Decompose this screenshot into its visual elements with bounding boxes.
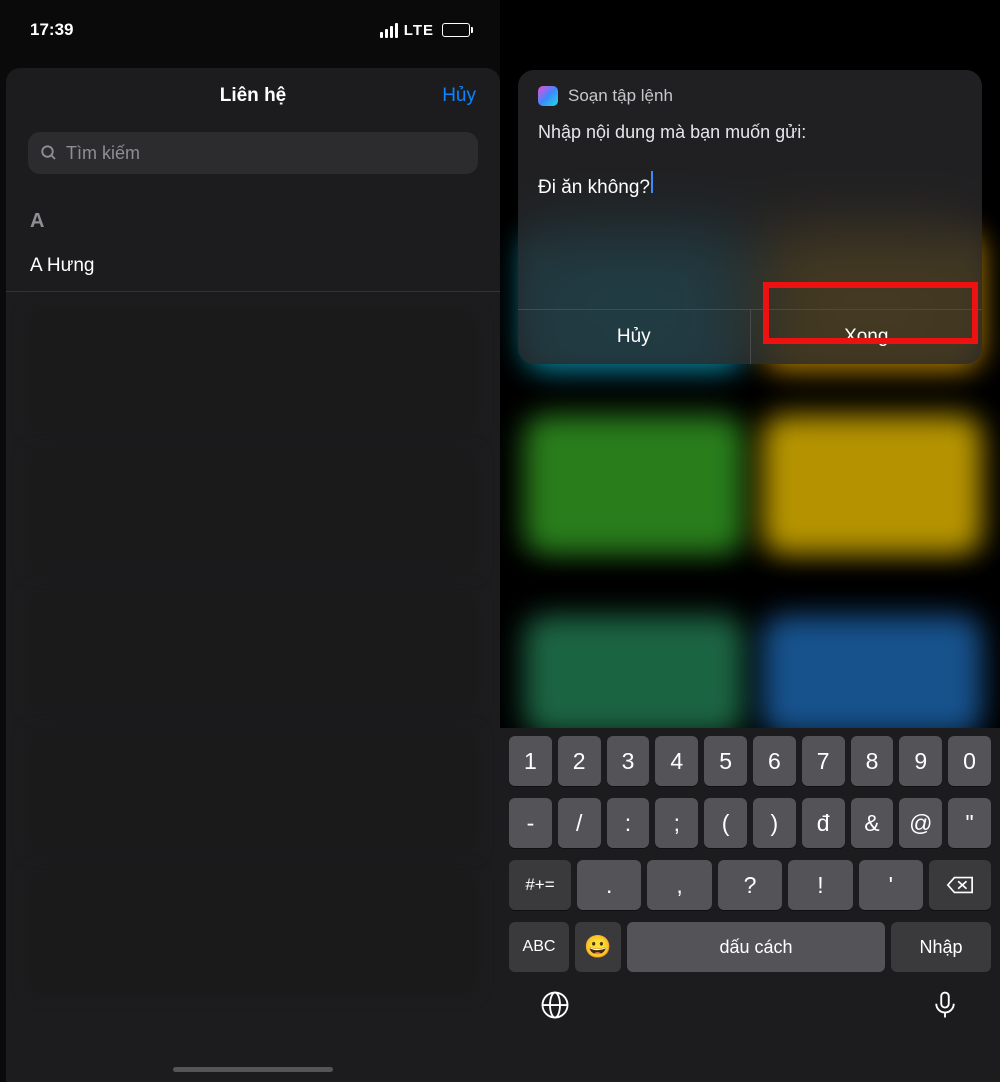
phone-left-screen: 17:39 LTE Liên hệ Hủy A A Hưng	[0, 0, 500, 1082]
keyboard-key[interactable]: :	[607, 798, 650, 848]
network-label: LTE	[404, 22, 434, 39]
keyboard-key[interactable]: ;	[655, 798, 698, 848]
keyboard-key[interactable]: đ	[802, 798, 845, 848]
keyboard-key[interactable]: -	[509, 798, 552, 848]
keyboard-key[interactable]: &	[851, 798, 894, 848]
globe-icon[interactable]	[540, 990, 570, 1020]
keyboard-key[interactable]: 0	[948, 736, 991, 786]
delete-icon	[946, 875, 974, 895]
keyboard-key[interactable]: (	[704, 798, 747, 848]
keyboard-space-key[interactable]: dấu cách	[627, 922, 885, 972]
contacts-sheet: Liên hệ Hủy A A Hưng	[6, 68, 500, 1082]
keyboard-key[interactable]: 8	[851, 736, 894, 786]
prompt-app-name: Soạn tập lệnh	[568, 86, 673, 106]
keyboard-key[interactable]: 9	[899, 736, 942, 786]
search-input[interactable]	[66, 143, 466, 164]
keyboard-delete-key[interactable]	[929, 860, 991, 910]
keyboard-key[interactable]: @	[899, 798, 942, 848]
keyboard-key[interactable]: 2	[558, 736, 601, 786]
home-indicator[interactable]	[173, 1067, 333, 1072]
nav-header: Liên hệ Hủy	[6, 68, 500, 124]
keyboard-key[interactable]: !	[788, 860, 852, 910]
keyboard-key[interactable]: '	[859, 860, 923, 910]
keyboard-key[interactable]: )	[753, 798, 796, 848]
mic-icon[interactable]	[930, 990, 960, 1020]
keyboard-key[interactable]: ?	[718, 860, 782, 910]
keyboard: 1234567890 -/:;()đ&@" #+= .,?!' ABC 😀 dấ…	[500, 728, 1000, 1082]
keyboard-key[interactable]: 7	[802, 736, 845, 786]
keyboard-key[interactable]: .	[577, 860, 641, 910]
keyboard-key[interactable]: 3	[607, 736, 650, 786]
battery-icon	[442, 23, 470, 37]
keyboard-key[interactable]: /	[558, 798, 601, 848]
keyboard-abc-key[interactable]: ABC	[509, 922, 569, 972]
prompt-done-button[interactable]: Xong	[751, 310, 983, 364]
keyboard-key[interactable]: ,	[647, 860, 711, 910]
cancel-button[interactable]: Hủy	[442, 85, 476, 107]
prompt-label: Nhập nội dung mà bạn muốn gửi:	[518, 116, 982, 153]
keyboard-key[interactable]: 6	[753, 736, 796, 786]
shortcuts-app-icon	[538, 86, 558, 106]
keyboard-key[interactable]: "	[948, 798, 991, 848]
prompt-input-value: Đi ăn không?	[538, 177, 650, 199]
contact-row[interactable]: A Hưng	[6, 243, 500, 292]
phone-right-screen: Soạn tập lệnh Nhập nội dung mà bạn muốn …	[500, 0, 1000, 1082]
redacted-contacts	[6, 312, 500, 992]
keyboard-return-key[interactable]: Nhập	[891, 922, 991, 972]
search-field[interactable]	[28, 132, 478, 174]
keyboard-key[interactable]: 1	[509, 736, 552, 786]
page-title: Liên hệ	[220, 85, 287, 107]
prompt-buttons: Hủy Xong	[518, 309, 982, 364]
keyboard-key[interactable]: 5	[704, 736, 747, 786]
keyboard-emoji-key[interactable]: 😀	[575, 922, 621, 972]
keyboard-mode-key[interactable]: #+=	[509, 860, 571, 910]
prompt-header: Soạn tập lệnh	[518, 86, 982, 116]
text-cursor	[651, 171, 653, 193]
search-icon	[40, 144, 58, 162]
keyboard-key[interactable]: 4	[655, 736, 698, 786]
status-time: 17:39	[30, 20, 73, 40]
section-header: A	[6, 188, 500, 243]
status-bar: 17:39 LTE	[0, 0, 500, 60]
prompt-cancel-button[interactable]: Hủy	[518, 310, 751, 364]
status-icons: LTE	[380, 22, 470, 39]
shortcuts-prompt: Soạn tập lệnh Nhập nội dung mà bạn muốn …	[518, 70, 982, 364]
prompt-text-input[interactable]: Đi ăn không?	[518, 153, 982, 309]
signal-icon	[380, 23, 398, 38]
